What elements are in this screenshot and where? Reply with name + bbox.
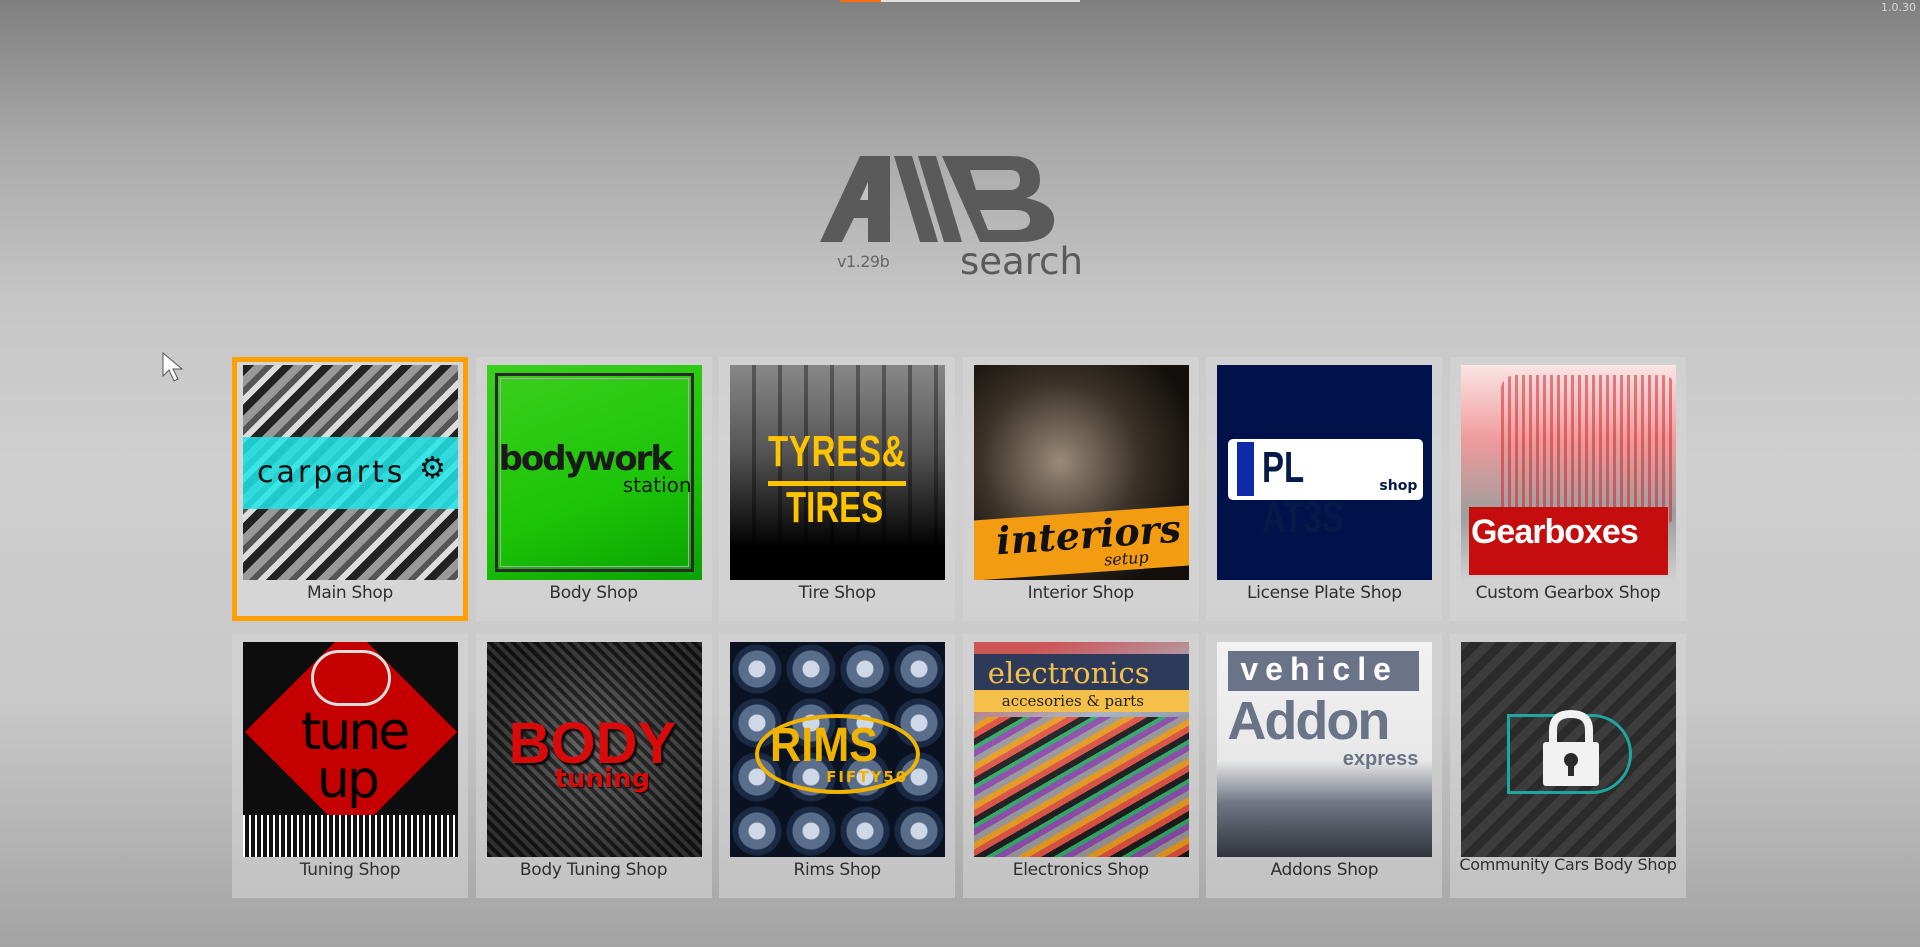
- wires-decoration: [973, 717, 1189, 857]
- electronics-shop-thumbnail: electronics accesories & parts: [973, 642, 1189, 857]
- tuning-art-subtext: tuning: [554, 764, 651, 794]
- shop-label: License Plate Shop: [1246, 583, 1402, 603]
- shop-card-gearbox[interactable]: Gearboxes Custom Gearbox Shop: [1449, 357, 1686, 621]
- body-shop-thumbnail: bodywork station: [486, 365, 702, 580]
- eu-band: [1237, 442, 1255, 496]
- shop-card-addons[interactable]: vehicle Addon express Addons Shop: [1206, 634, 1443, 898]
- carparts-banner: carparts ⚙: [243, 437, 458, 509]
- main-shop-thumbnail: carparts ⚙: [243, 365, 458, 580]
- shop-label: Rims Shop: [793, 860, 881, 880]
- carparts-art-text: carparts: [257, 455, 406, 490]
- amb-logo-icon: [820, 156, 1055, 242]
- shop-label: Community Cars Body Shop: [1459, 855, 1677, 874]
- addon-art-text: Addon: [1227, 691, 1390, 751]
- shop-card-tuning[interactable]: tune up Tuning Shop: [232, 634, 468, 898]
- fifty50-art-subtext: FIFTY50: [826, 768, 909, 786]
- shop-card-rims[interactable]: RIMS FIFTY50 Rims Shop: [719, 634, 956, 898]
- logo-subtitle: search: [960, 240, 1083, 283]
- addons-shop-thumbnail: vehicle Addon express: [1217, 642, 1433, 857]
- shop-label: Tire Shop: [798, 583, 876, 603]
- vehicle-art-text: vehicle: [1240, 651, 1398, 687]
- shop-label: Tuning Shop: [299, 860, 401, 880]
- plates-art-text: PL AT3S: [1262, 443, 1345, 542]
- shop-card-main[interactable]: carparts ⚙ Main Shop: [232, 357, 468, 621]
- grill-decoration: [243, 815, 458, 857]
- tyres-art-text: TYRES&: [768, 427, 907, 476]
- interior-shop-thumbnail: interiors setup: [973, 365, 1189, 580]
- shop-label: Body Shop: [549, 583, 638, 603]
- shop-card-tire[interactable]: TYRES& TIRES Tire Shop: [719, 357, 956, 621]
- shop-label: Custom Gearbox Shop: [1475, 583, 1661, 603]
- mouse-cursor-icon: [162, 351, 192, 388]
- gearbox-shop-thumbnail: Gearboxes: [1460, 365, 1676, 580]
- rims-art-text: RIMS: [770, 719, 879, 772]
- electronics-art-subtext: accesories & parts: [1001, 692, 1145, 710]
- body-tuning-shop-thumbnail: BODY tuning: [486, 642, 702, 857]
- shop-card-license-plate[interactable]: PL AT3S shop License Plate Shop: [1206, 357, 1443, 621]
- parts-banner: accesories & parts: [973, 690, 1189, 712]
- logo-version: v1.29b: [837, 252, 890, 271]
- gear-icon: ⚙: [419, 451, 449, 486]
- license-plate-graphic: PL AT3S shop: [1228, 439, 1424, 542]
- license-plate-shop-thumbnail: PL AT3S shop: [1217, 365, 1433, 580]
- shop-grid: carparts ⚙ Main Shop bodywork station Bod…: [232, 357, 1694, 911]
- shop-label: Addons Shop: [1270, 860, 1379, 880]
- vehicle-banner: vehicle: [1228, 651, 1420, 691]
- tire-shop-thumbnail: TYRES& TIRES: [730, 365, 946, 580]
- shop-card-community-cars-body[interactable]: Community Cars Body Shop: [1449, 634, 1686, 898]
- tuning-shop-thumbnail: tune up: [243, 642, 458, 857]
- community-cars-thumbnail: [1460, 642, 1676, 857]
- ring-decoration: [311, 650, 391, 706]
- loading-progress-fill: [840, 0, 881, 2]
- shop-card-body[interactable]: bodywork station Body Shop: [475, 357, 712, 621]
- shop-label: Interior Shop: [1027, 583, 1135, 603]
- shop-card-interior[interactable]: interiors setup Interior Shop: [962, 357, 1199, 621]
- electronics-art-text: electronics: [987, 656, 1150, 690]
- gearboxes-art-text: Gearboxes: [1470, 513, 1639, 551]
- shop-label: Body Tuning Shop: [519, 860, 668, 880]
- interiors-art-subtext: setup: [1103, 547, 1150, 570]
- loading-progress-bar: [840, 0, 1080, 2]
- up-art-subtext: up: [317, 750, 380, 810]
- shop-label: Electronics Shop: [1012, 860, 1149, 880]
- lock-icon: [1542, 710, 1599, 786]
- express-art-subtext: express: [1342, 748, 1419, 770]
- gears-decoration: [1500, 375, 1676, 525]
- rims-shop-thumbnail: RIMS FIFTY50: [730, 642, 946, 857]
- tires-art-subtext: TIRES: [786, 483, 884, 532]
- shop-card-electronics[interactable]: electronics accesories & parts Electroni…: [962, 634, 1199, 898]
- shop-label: Main Shop: [306, 583, 394, 603]
- shop-card-body-tuning[interactable]: BODY tuning Body Tuning Shop: [475, 634, 712, 898]
- build-version: 1.0.30: [1881, 1, 1916, 14]
- bodywork-art-subtext: station: [622, 473, 692, 497]
- electronics-banner: electronics: [973, 654, 1189, 690]
- plates-art-subtext: shop: [1379, 478, 1418, 494]
- red-banner: Gearboxes: [1468, 507, 1668, 575]
